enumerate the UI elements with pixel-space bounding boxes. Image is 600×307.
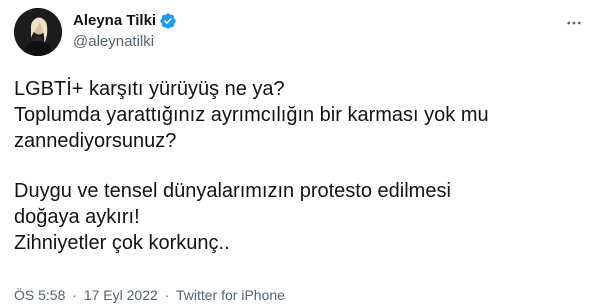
tweet-source[interactable]: Twitter for iPhone — [176, 287, 285, 303]
tweet-line: Duygu ve tensel dünyalarımızın protesto … — [14, 180, 451, 202]
name-row: Aleyna Tilki — [73, 11, 177, 31]
tweet-line: LGBTİ+ karşıtı yürüyüş ne ya? — [14, 78, 285, 100]
handle[interactable]: @aleynatilki — [73, 32, 177, 52]
tweet-line: Toplumda yarattığınız ayrımcılığın bir k… — [14, 104, 489, 126]
tweet-date[interactable]: 17 Eyl 2022 — [84, 287, 158, 303]
meta-separator: · — [164, 287, 170, 303]
tweet-meta: ÖS 5:58 · 17 Eyl 2022 · Twitter for iPho… — [14, 286, 285, 304]
meta-separator: · — [72, 287, 77, 303]
avatar[interactable] — [14, 8, 62, 56]
tweet-card: Aleyna Tilki @aleynatilki LGBTİ+ karşıtı… — [0, 0, 600, 307]
display-name[interactable]: Aleyna Tilki — [73, 11, 156, 31]
tweet-line: doğaya aykırı! — [14, 206, 140, 228]
tweet-line: zannediyorsunuz? — [14, 130, 177, 152]
verified-badge-icon — [159, 12, 177, 30]
tweet-line: Zihniyetler çok korkunç.. — [14, 232, 230, 254]
tweet-text: LGBTİ+ karşıtı yürüyüş ne ya? Toplumda y… — [14, 76, 586, 256]
tweet-time[interactable]: ÖS 5:58 — [14, 287, 65, 303]
more-options-icon[interactable] — [564, 13, 584, 33]
author-info: Aleyna Tilki @aleynatilki — [73, 11, 177, 52]
